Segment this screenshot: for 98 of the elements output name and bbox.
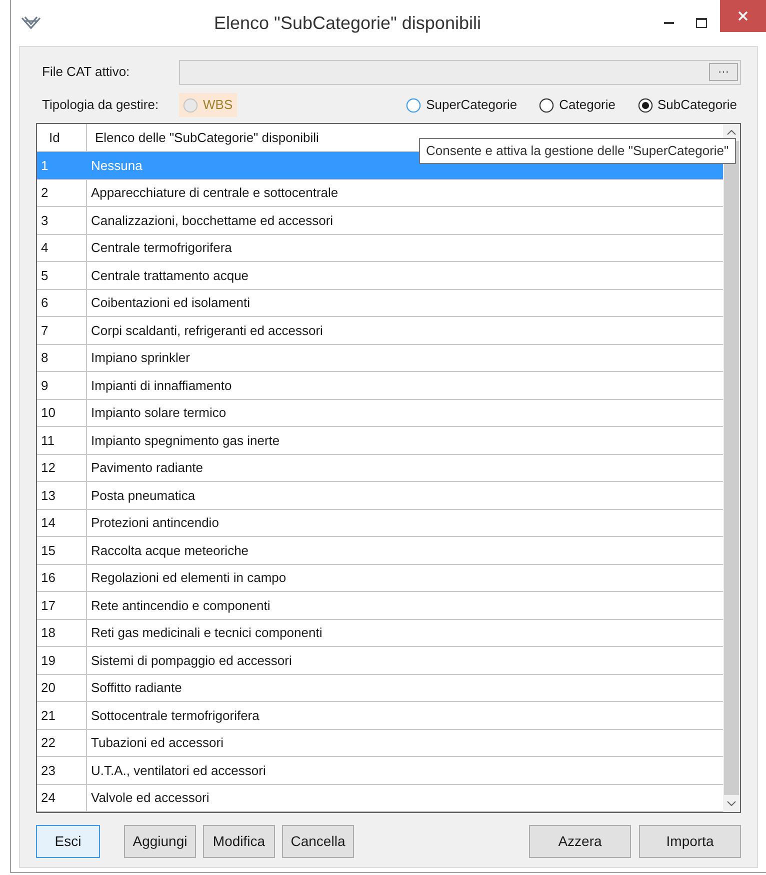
- table-cell: 18: [37, 620, 87, 646]
- action-button[interactable]: Importa: [639, 825, 741, 858]
- table-cell-text: Apparecchiature di centrale e sottocentrale: [90, 184, 340, 202]
- close-button[interactable]: [720, 0, 766, 32]
- table-row[interactable]: 4 Centrale termofrigorifera: [37, 234, 723, 262]
- column-header[interactable]: Id: [37, 124, 87, 151]
- table-cell: 11: [37, 427, 87, 454]
- table-cell-text: Pavimento radiante: [90, 459, 204, 477]
- table-cell: 16: [37, 564, 87, 591]
- table-row[interactable]: 9 Impianti di innaffiamento: [37, 372, 723, 400]
- table-cell-text: Protezioni antincendio: [90, 514, 220, 532]
- file-path-field[interactable]: ···: [179, 60, 741, 84]
- table-row[interactable]: 24 Valvole ed accessori: [37, 784, 723, 812]
- table-cell: 5: [37, 262, 87, 288]
- field-label: Tipologia da gestire:: [41, 96, 160, 114]
- action-button[interactable]: Modifica: [203, 825, 275, 858]
- table-row[interactable]: 6 Coibentazioni ed isolamenti: [37, 290, 723, 317]
- table-cell-text: Impianti di innaffiamento: [90, 376, 233, 395]
- table-cell: 20: [37, 674, 87, 701]
- table-cell: 2: [37, 180, 87, 206]
- radio-option[interactable]: Categorie: [535, 93, 620, 117]
- table-cell-text: Sottocentrale termofrigorifera: [90, 706, 260, 725]
- action-button[interactable]: Aggiungi: [124, 825, 196, 858]
- table-row[interactable]: 2 Apparecchiature di centrale e sottocentrale: [37, 180, 723, 207]
- table-cell-text: Raccolta acque meteoriche: [90, 542, 250, 560]
- table-cell-text: Centrale trattamento acque: [90, 266, 250, 285]
- table-cell-text: Sistemi di pompaggio ed accessori: [90, 652, 293, 670]
- scroll-up-icon: [727, 130, 736, 135]
- app-logo-icon: [21, 15, 41, 31]
- table-cell: 9: [37, 372, 87, 398]
- radio-option[interactable]: SubCategorie: [634, 93, 741, 117]
- table-cell: 3: [37, 207, 87, 234]
- table-row[interactable]: 17 Rete antincendio e componenti: [37, 592, 723, 620]
- table-cell: 12: [37, 454, 87, 481]
- maximize-icon: [696, 18, 706, 28]
- radio-unchecked-icon: [406, 98, 422, 112]
- table-row[interactable]: 3 Canalizzazioni, bocchettame ed accessori: [37, 207, 723, 234]
- table-cell-text: Canalizzazioni, bocchettame ed accessori: [90, 212, 334, 230]
- table-cell-text: Tubazioni ed accessori: [90, 734, 224, 752]
- table-row[interactable]: 8 Impiano sprinkler: [37, 344, 723, 372]
- table-cell: 8: [37, 344, 87, 371]
- table-cell: 22: [37, 730, 87, 756]
- table-cell-text: Centrale termofrigorifera: [90, 239, 233, 257]
- table-cell-text: Rete antincendio e componenti: [90, 596, 272, 615]
- radio-unchecked-icon: [183, 98, 198, 112]
- table-row[interactable]: 13 Posta pneumatica: [37, 482, 723, 510]
- table-cell: 23: [37, 757, 87, 784]
- radio-unchecked-icon: [539, 98, 554, 112]
- table-cell: 19: [37, 647, 87, 674]
- scroll-down-icon: [727, 801, 736, 806]
- table-cell-text: Impianto spegnimento gas inerte: [90, 432, 281, 450]
- table-cell: 7: [37, 317, 87, 344]
- table-cell: 14: [37, 510, 87, 536]
- table-cell: 13: [37, 482, 87, 508]
- table-cell-text: Valvole ed accessori: [90, 789, 210, 807]
- table-cell: 4: [37, 234, 87, 261]
- table-row[interactable]: 15 Raccolta acque meteoriche: [37, 537, 723, 564]
- table-cell-text: Soffitto radiante: [90, 679, 183, 697]
- table-row[interactable]: 7 Corpi scaldanti, refrigeranti ed accessori: [37, 317, 723, 344]
- field-label: File CAT attivo:: [41, 63, 131, 82]
- table-cell: 6: [37, 290, 87, 316]
- table-cell-text: Impianto solare termico: [90, 404, 228, 422]
- table-row[interactable]: 22 Tubazioni ed accessori: [37, 730, 723, 757]
- table-cell-text: Posta pneumatica: [90, 486, 196, 505]
- radio-checked-icon: [638, 98, 652, 112]
- table-cell: 1: [37, 152, 87, 178]
- table-row[interactable]: 21 Sottocentrale termofrigorifera: [37, 702, 723, 730]
- table-cell-text: Corpi scaldanti, refrigeranti ed accessori: [90, 322, 324, 340]
- table-cell: 10: [37, 400, 87, 426]
- tooltip: Consente e attiva la gestione delle "SuperCategorie": [419, 138, 736, 164]
- minimize-icon: [664, 22, 674, 24]
- table-row[interactable]: 18 Reti gas medicinali e tecnici componenti: [37, 620, 723, 647]
- table-cell-text: Regolazioni ed elementi in campo: [90, 569, 288, 587]
- table-cell-text: Impiano sprinkler: [90, 349, 191, 367]
- window-title: Elenco "SubCategorie" disponibili: [214, 12, 481, 32]
- table-cell-text: Reti gas medicinali e tecnici componenti: [90, 624, 324, 642]
- table-row[interactable]: 10 Impianto solare termico: [37, 400, 723, 427]
- table-row[interactable]: 20 Soffitto radiante: [37, 674, 723, 702]
- table-row[interactable]: 23 U.T.A., ventilatori ed accessori: [37, 757, 723, 784]
- table-cell: 17: [37, 592, 87, 618]
- table-row[interactable]: 12 Pavimento radiante: [37, 454, 723, 482]
- table-row[interactable]: 14 Protezioni antincendio: [37, 510, 723, 537]
- table-row[interactable]: 5 Centrale trattamento acque: [37, 262, 723, 290]
- table-cell: 24: [37, 784, 87, 811]
- action-button[interactable]: Azzera: [529, 825, 631, 858]
- table-cell-text: Coibentazioni ed isolamenti: [90, 294, 251, 312]
- action-button[interactable]: Esci: [36, 825, 100, 858]
- table-cell-text: U.T.A., ventilatori ed accessori: [90, 762, 267, 780]
- close-icon: [738, 11, 748, 21]
- table-row[interactable]: 16 Regolazioni ed elementi in campo: [37, 564, 723, 592]
- table-row[interactable]: 19 Sistemi di pompaggio ed accessori: [37, 647, 723, 674]
- table-cell-text: Nessuna: [90, 156, 144, 174]
- table-cell: 15: [37, 537, 87, 564]
- table-cell: 21: [37, 702, 87, 728]
- table-row[interactable]: 11 Impianto spegnimento gas inerte: [37, 427, 723, 454]
- action-button[interactable]: Cancella: [282, 825, 354, 858]
- browse-button[interactable]: ···: [709, 63, 738, 81]
- radio-option[interactable]: SuperCategorie: [402, 93, 522, 117]
